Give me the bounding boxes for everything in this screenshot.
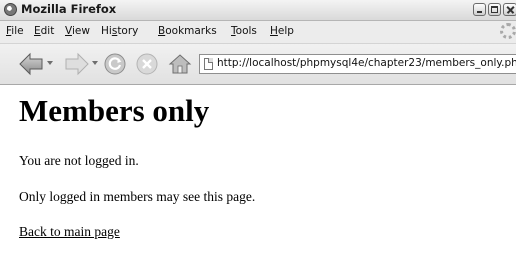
menu-help[interactable]: Help bbox=[270, 25, 294, 37]
back-history-dropdown-icon[interactable] bbox=[47, 61, 53, 65]
stop-icon[interactable] bbox=[136, 53, 158, 75]
page-heading: Members only bbox=[19, 93, 210, 128]
menu-edit[interactable]: Edit bbox=[34, 25, 54, 37]
minimize-icon bbox=[477, 11, 482, 13]
navigation-toolbar: http://localhost/phpmysql4e/chapter23/me… bbox=[0, 44, 516, 85]
close-button[interactable] bbox=[503, 3, 516, 16]
menu-history[interactable]: History bbox=[101, 25, 138, 37]
title-bar: Mozilla Firefox bbox=[0, 0, 516, 21]
login-status-text: You are not logged in. bbox=[19, 153, 139, 168]
menu-bookmarks[interactable]: Bookmarks bbox=[158, 25, 217, 37]
back-icon[interactable] bbox=[18, 51, 44, 77]
throbber-icon bbox=[500, 23, 516, 39]
page-content: Members only You are not logged in. Only… bbox=[0, 85, 516, 271]
maximize-icon bbox=[491, 6, 498, 13]
back-to-main-page-link[interactable]: Back to main page bbox=[19, 224, 120, 240]
home-icon[interactable] bbox=[168, 52, 192, 76]
menu-tools[interactable]: Tools bbox=[231, 25, 257, 37]
firefox-icon bbox=[4, 3, 17, 16]
forward-icon[interactable] bbox=[64, 51, 90, 77]
forward-history-dropdown-icon[interactable] bbox=[92, 61, 98, 65]
members-notice-text: Only logged in members may see this page… bbox=[19, 189, 256, 204]
page-icon bbox=[204, 58, 213, 70]
menu-view[interactable]: View bbox=[65, 25, 90, 37]
reload-icon[interactable] bbox=[104, 53, 126, 75]
maximize-button[interactable] bbox=[488, 3, 501, 16]
menu-file[interactable]: File bbox=[6, 25, 24, 37]
address-bar[interactable]: http://localhost/phpmysql4e/chapter23/me… bbox=[199, 54, 516, 74]
minimize-button[interactable] bbox=[473, 3, 486, 16]
url-text[interactable]: http://localhost/phpmysql4e/chapter23/me… bbox=[217, 57, 516, 69]
menu-bar: File Edit View History Bookmarks Tools H… bbox=[0, 21, 516, 44]
browser-window: Mozilla Firefox File Edit View History B… bbox=[0, 0, 516, 271]
window-title: Mozilla Firefox bbox=[21, 2, 117, 16]
